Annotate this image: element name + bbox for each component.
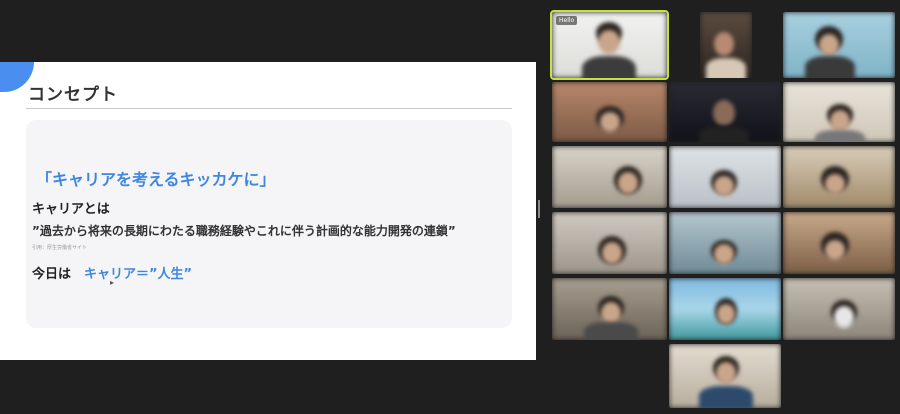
participant-badge: Hello (556, 16, 578, 25)
participant-tile[interactable] (783, 82, 895, 142)
participant-tile[interactable] (669, 344, 781, 408)
participant-tile[interactable] (783, 212, 895, 274)
slide-title: コンセプト (28, 85, 118, 105)
slide-headline: 「キャリアを考えるキッカケに」 (36, 170, 276, 189)
participant-tile[interactable] (552, 82, 667, 142)
view-split-handle[interactable] (538, 200, 540, 218)
participant-tile[interactable] (783, 278, 895, 340)
today-label: 今日は (32, 267, 72, 282)
participant-tile[interactable] (669, 212, 781, 274)
participant-tile[interactable] (552, 212, 667, 274)
career-label: キャリアとは (32, 202, 110, 217)
citation-source: 引用：厚生労働省サイト (32, 245, 88, 251)
shared-screen: コンセプト 「キャリアを考えるキッカケに」 キャリアとは ”過去から将来の長期に… (0, 62, 536, 360)
participant-tile[interactable] (700, 12, 752, 78)
participant-tile[interactable] (669, 146, 781, 208)
participant-tile[interactable] (669, 82, 781, 142)
participant-tile[interactable] (783, 146, 895, 208)
mouse-cursor-icon: ▸ (110, 278, 115, 287)
today-value: キャリア＝”人生” (84, 267, 193, 282)
participant-tile[interactable] (783, 12, 895, 78)
career-definition: ”過去から将来の長期にわたる職務経験やこれに伴う計画的な能力開発の連鎖” (32, 224, 456, 238)
participant-tile[interactable] (669, 278, 781, 340)
title-divider (26, 108, 512, 109)
participant-tile[interactable] (552, 278, 667, 340)
participant-tile[interactable] (552, 146, 667, 208)
participant-tile-active-speaker[interactable]: Hello (550, 10, 669, 80)
